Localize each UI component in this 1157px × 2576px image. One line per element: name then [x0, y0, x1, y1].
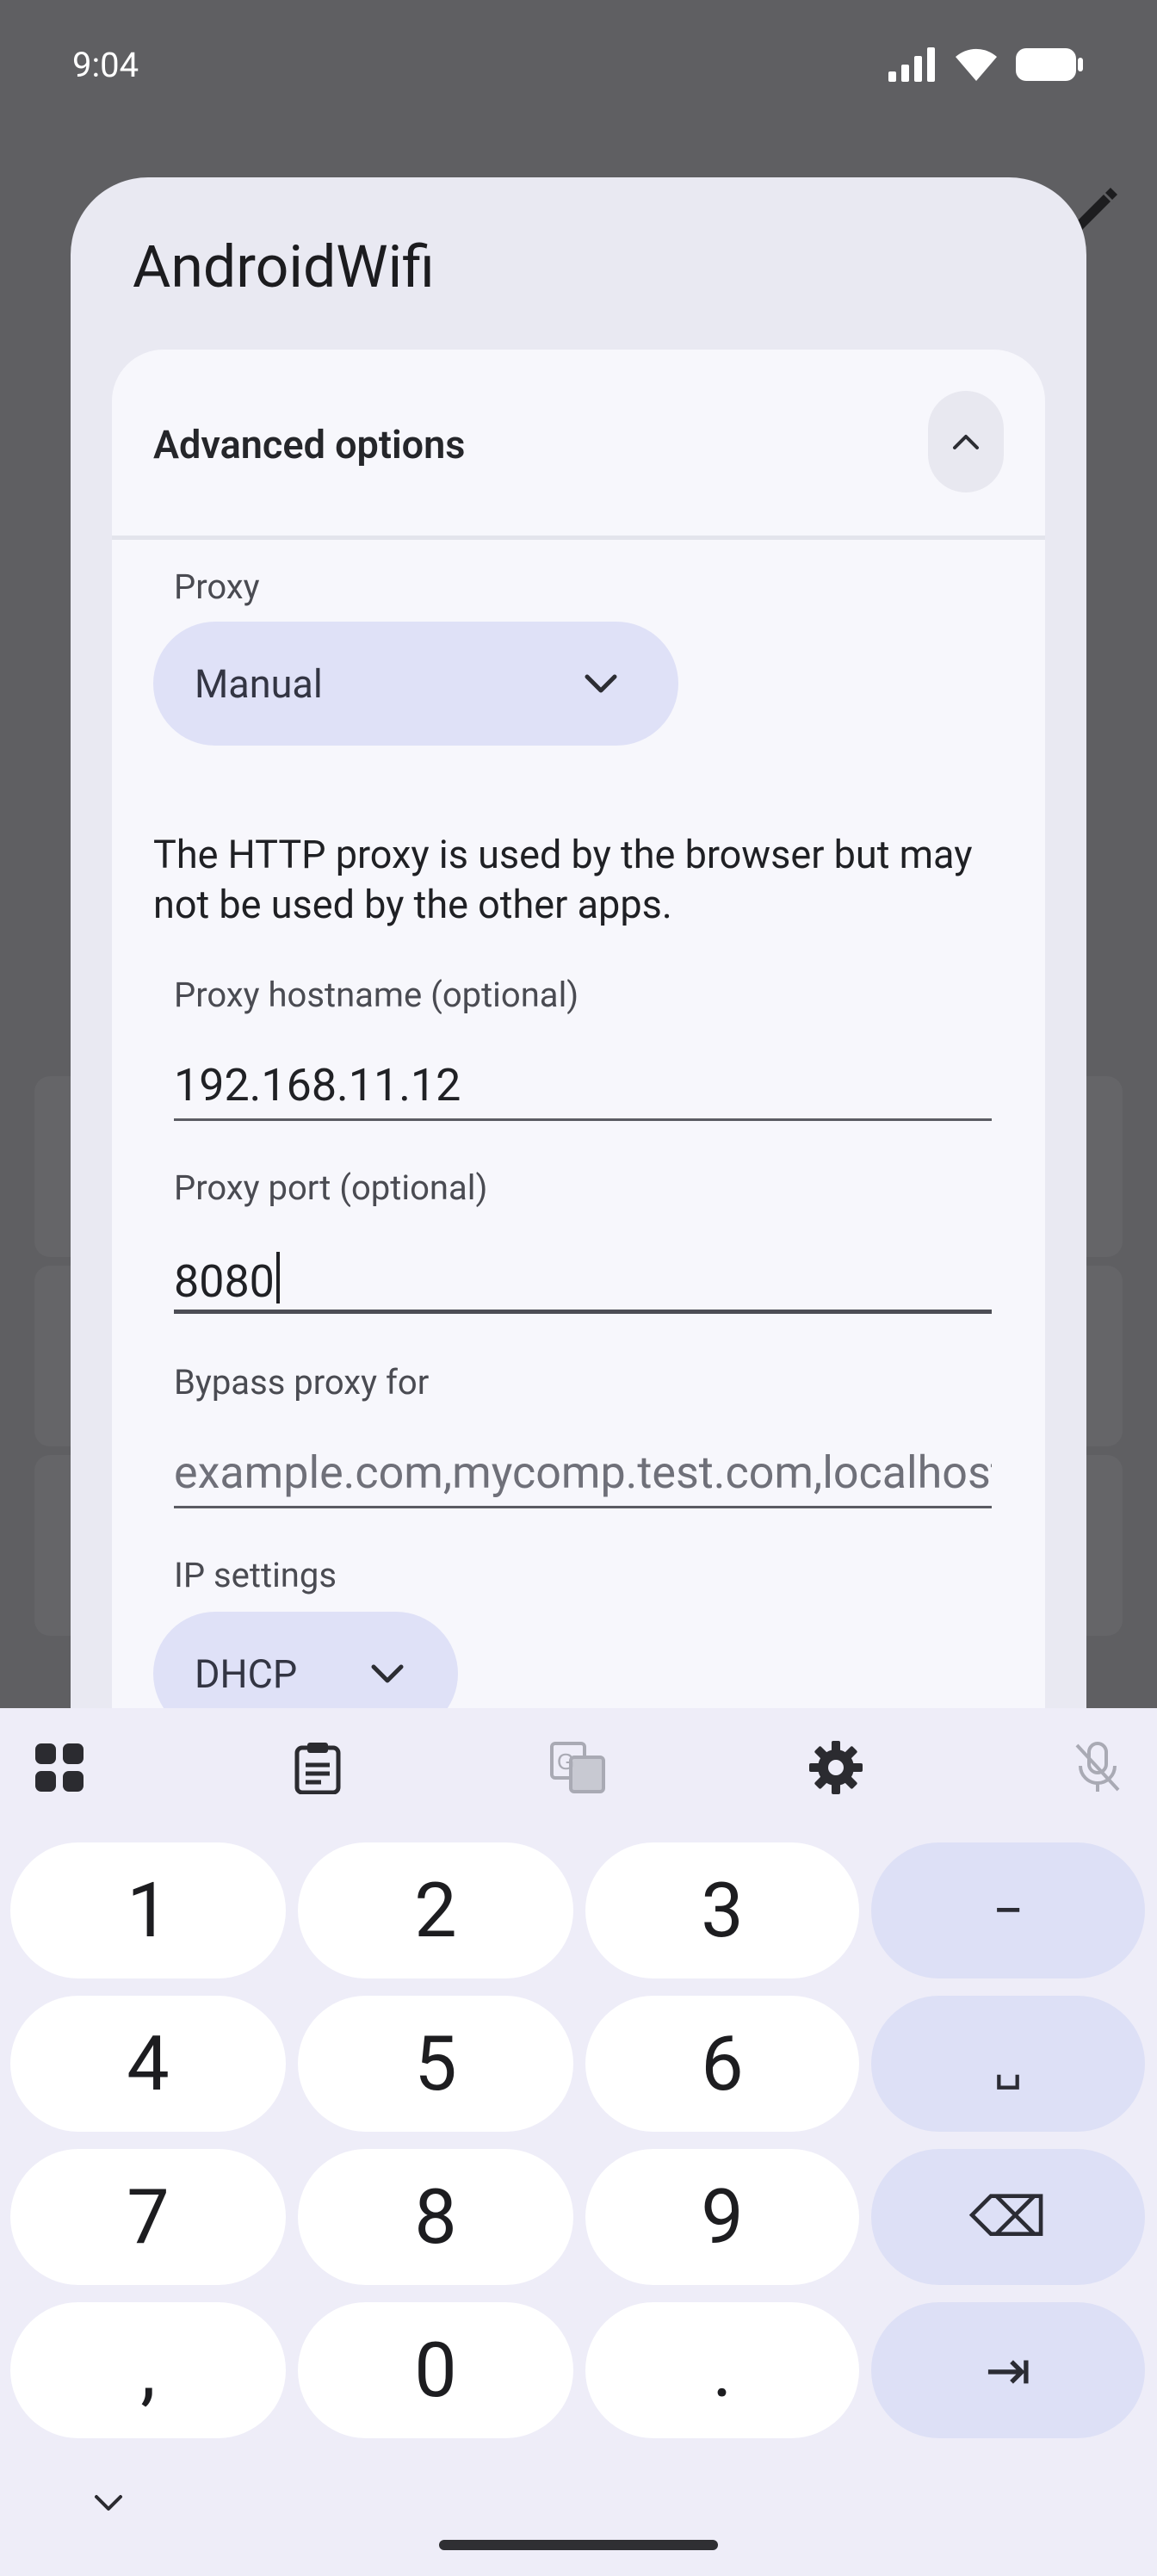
key-4[interactable]: 4 [10, 1996, 286, 2132]
proxy-hostname-field[interactable]: 192.168.11.12 [174, 1052, 992, 1121]
translate-icon[interactable]: G [548, 1737, 608, 1798]
chevron-up-icon [953, 435, 979, 449]
proxy-port-field[interactable]: 8080 [174, 1245, 992, 1314]
keyboard-hide-chevron-icon[interactable] [90, 2490, 127, 2514]
proxy-label: Proxy [174, 567, 260, 607]
key-6[interactable]: 6 [585, 1996, 859, 2132]
numeric-keyboard: G 1 2 3 − 4 5 6 ␣ 7 8 9 ⌫ , 0 . ⇥ [0, 1708, 1157, 2576]
key-9[interactable]: 9 [585, 2149, 859, 2285]
settings-gear-icon[interactable] [806, 1737, 866, 1798]
battery-icon [1016, 48, 1083, 81]
key-2[interactable]: 2 [298, 1842, 573, 1978]
key-minus[interactable]: − [871, 1842, 1145, 1978]
advanced-options-title: Advanced options [153, 422, 466, 468]
proxy-port-label: Proxy port (optional) [174, 1167, 488, 1208]
status-icons [888, 46, 1085, 83]
bypass-proxy-placeholder: example.com,mycomp.test.com,localhost [174, 1446, 992, 1499]
key-5[interactable]: 5 [298, 1996, 573, 2132]
proxy-port-value-wrap: 8080 [174, 1252, 992, 1308]
advanced-options-panel: Advanced options Proxy Manual The HTTP p… [112, 350, 1045, 1727]
proxy-hostname-value: 192.168.11.12 [174, 1059, 461, 1112]
key-1[interactable]: 1 [10, 1842, 286, 1978]
text-cursor [275, 1252, 280, 1303]
key-comma[interactable]: , [10, 2302, 286, 2438]
chevron-down-icon [371, 1664, 404, 1683]
key-8[interactable]: 8 [298, 2149, 573, 2285]
key-space[interactable]: ␣ [871, 1996, 1145, 2132]
proxy-dropdown[interactable]: Manual [153, 622, 678, 746]
status-time: 9:04 [72, 45, 139, 85]
field-underline [174, 1310, 992, 1314]
wifi-dialog: AndroidWifi Advanced options Proxy Manua… [71, 177, 1086, 1727]
key-tab[interactable]: ⇥ [871, 2302, 1145, 2438]
panel-divider [112, 536, 1045, 540]
apps-grid-icon[interactable] [29, 1737, 90, 1798]
chevron-down-icon [585, 674, 617, 693]
cell-signal-icon [888, 47, 935, 82]
proxy-description: The HTTP proxy is used by the browser bu… [153, 832, 973, 927]
status-bar: 9:04 [0, 0, 1157, 129]
dialog-title: AndroidWifi [133, 232, 435, 301]
key-period[interactable]: . [585, 2302, 859, 2438]
bypass-proxy-field[interactable]: example.com,mycomp.test.com,localhost [174, 1440, 992, 1508]
key-3[interactable]: 3 [585, 1842, 859, 1978]
ip-settings-value: DHCP [195, 1650, 298, 1697]
keyboard-toolbar: G [0, 1708, 1157, 1829]
key-backspace[interactable]: ⌫ [871, 2149, 1145, 2285]
field-underline [174, 1118, 992, 1121]
home-indicator[interactable] [439, 2540, 718, 2550]
svg-text:G: G [557, 1749, 574, 1774]
ip-settings-label: IP settings [174, 1555, 337, 1595]
proxy-hostname-label: Proxy hostname (optional) [174, 975, 579, 1015]
field-underline [174, 1506, 992, 1508]
key-0[interactable]: 0 [298, 2302, 573, 2438]
clipboard-icon[interactable] [288, 1737, 348, 1798]
key-7[interactable]: 7 [10, 2149, 286, 2285]
proxy-dropdown-value: Manual [195, 660, 323, 707]
wifi-icon [956, 48, 997, 81]
bypass-proxy-label: Bypass proxy for [174, 1362, 430, 1403]
proxy-port-value: 8080 [174, 1255, 275, 1308]
collapse-button[interactable] [928, 391, 1004, 492]
advanced-options-header[interactable]: Advanced options [112, 350, 1045, 536]
mic-off-icon[interactable] [1067, 1737, 1128, 1798]
